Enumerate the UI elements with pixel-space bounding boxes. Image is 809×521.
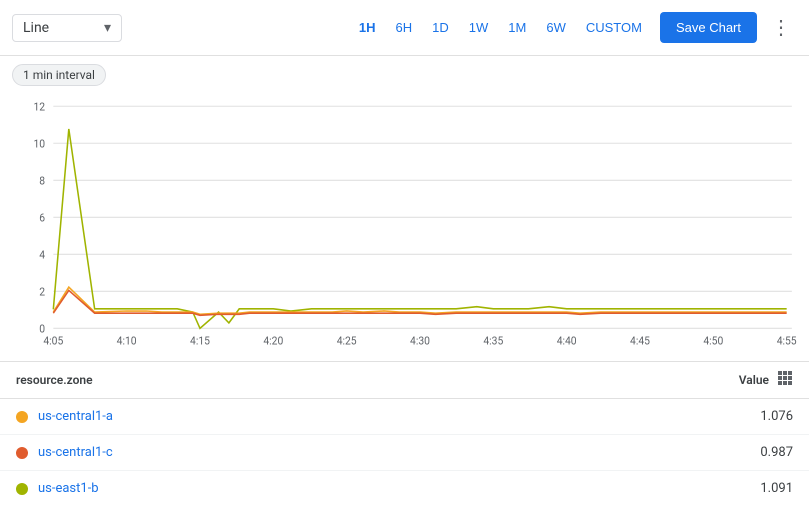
- time-range-buttons: 1H 6H 1D 1W 1M 6W CUSTOM Save Chart ⋮: [349, 11, 797, 44]
- save-chart-button[interactable]: Save Chart: [660, 12, 757, 43]
- svg-text:4:50: 4:50: [703, 334, 723, 347]
- more-options-button[interactable]: ⋮: [765, 11, 797, 44]
- chart-svg: 0 2 4 6 8 10 12 4:05 4:10 4:15 4:20 4:25…: [12, 90, 797, 350]
- legend-row-left: us-central1-a: [16, 409, 113, 424]
- svg-text:10: 10: [33, 137, 45, 150]
- legend-label-us-central1-a[interactable]: us-central1-a: [38, 409, 113, 424]
- svg-text:4:35: 4:35: [483, 334, 503, 347]
- legend-row: us-east1-b 1.091: [0, 471, 809, 506]
- svg-text:4:45: 4:45: [630, 334, 650, 347]
- svg-text:4:25: 4:25: [337, 334, 357, 347]
- legend-row: us-central1-c 0.987: [0, 435, 809, 471]
- time-btn-6h[interactable]: 6H: [386, 14, 423, 41]
- legend-dot-us-central1-c: [16, 447, 28, 459]
- legend-value-us-east1-b: 1.091: [760, 481, 793, 496]
- legend-table: resource.zone Value: [0, 361, 809, 506]
- toolbar: Line ▾ 1H 6H 1D 1W 1M 6W CUSTOM Save Cha…: [0, 0, 809, 56]
- chart-container: 0 2 4 6 8 10 12 4:05 4:10 4:15 4:20 4:25…: [12, 90, 797, 350]
- time-btn-1w[interactable]: 1W: [459, 14, 499, 41]
- time-btn-1m[interactable]: 1M: [498, 14, 536, 41]
- line-us-east1-b: [53, 129, 786, 328]
- svg-text:4:55: 4:55: [777, 334, 797, 347]
- legend-row: us-central1-a 1.076: [0, 399, 809, 435]
- interval-badge: 1 min interval: [12, 64, 106, 86]
- svg-text:4:40: 4:40: [557, 334, 577, 347]
- time-btn-6w[interactable]: 6W: [536, 14, 576, 41]
- chart-type-label: Line: [23, 20, 49, 36]
- legend-label-us-central1-c[interactable]: us-central1-c: [38, 445, 113, 460]
- legend-value-us-central1-c: 0.987: [760, 445, 793, 460]
- svg-text:4:05: 4:05: [43, 334, 63, 347]
- legend-row-left: us-east1-b: [16, 481, 99, 496]
- time-btn-1d[interactable]: 1D: [422, 14, 459, 41]
- svg-text:2: 2: [39, 285, 45, 298]
- resource-zone-label: resource.zone: [16, 373, 93, 387]
- svg-text:8: 8: [39, 174, 45, 187]
- svg-text:6: 6: [39, 211, 45, 224]
- time-btn-1h[interactable]: 1H: [349, 14, 386, 41]
- chart-type-dropdown[interactable]: Line ▾: [12, 14, 122, 42]
- legend-dot-us-east1-b: [16, 483, 28, 495]
- legend-value-us-central1-a: 1.076: [760, 409, 793, 424]
- chart-area: 1 min interval 0 2 4 6 8 10 12 4:05: [0, 56, 809, 361]
- grid-icon[interactable]: [777, 370, 793, 390]
- svg-text:4:20: 4:20: [263, 334, 283, 347]
- legend-header-right: Value: [739, 370, 793, 390]
- legend-header: resource.zone Value: [0, 362, 809, 399]
- svg-text:4:10: 4:10: [117, 334, 137, 347]
- legend-dot-us-central1-a: [16, 411, 28, 423]
- svg-text:4:30: 4:30: [410, 334, 430, 347]
- value-label: Value: [739, 373, 769, 387]
- custom-range-button[interactable]: CUSTOM: [576, 14, 652, 41]
- dropdown-arrow-icon: ▾: [104, 20, 111, 36]
- legend-label-us-east1-b[interactable]: us-east1-b: [38, 481, 99, 496]
- svg-text:12: 12: [33, 100, 45, 113]
- svg-text:4: 4: [39, 248, 45, 261]
- svg-text:4:15: 4:15: [190, 334, 210, 347]
- legend-row-left: us-central1-c: [16, 445, 113, 460]
